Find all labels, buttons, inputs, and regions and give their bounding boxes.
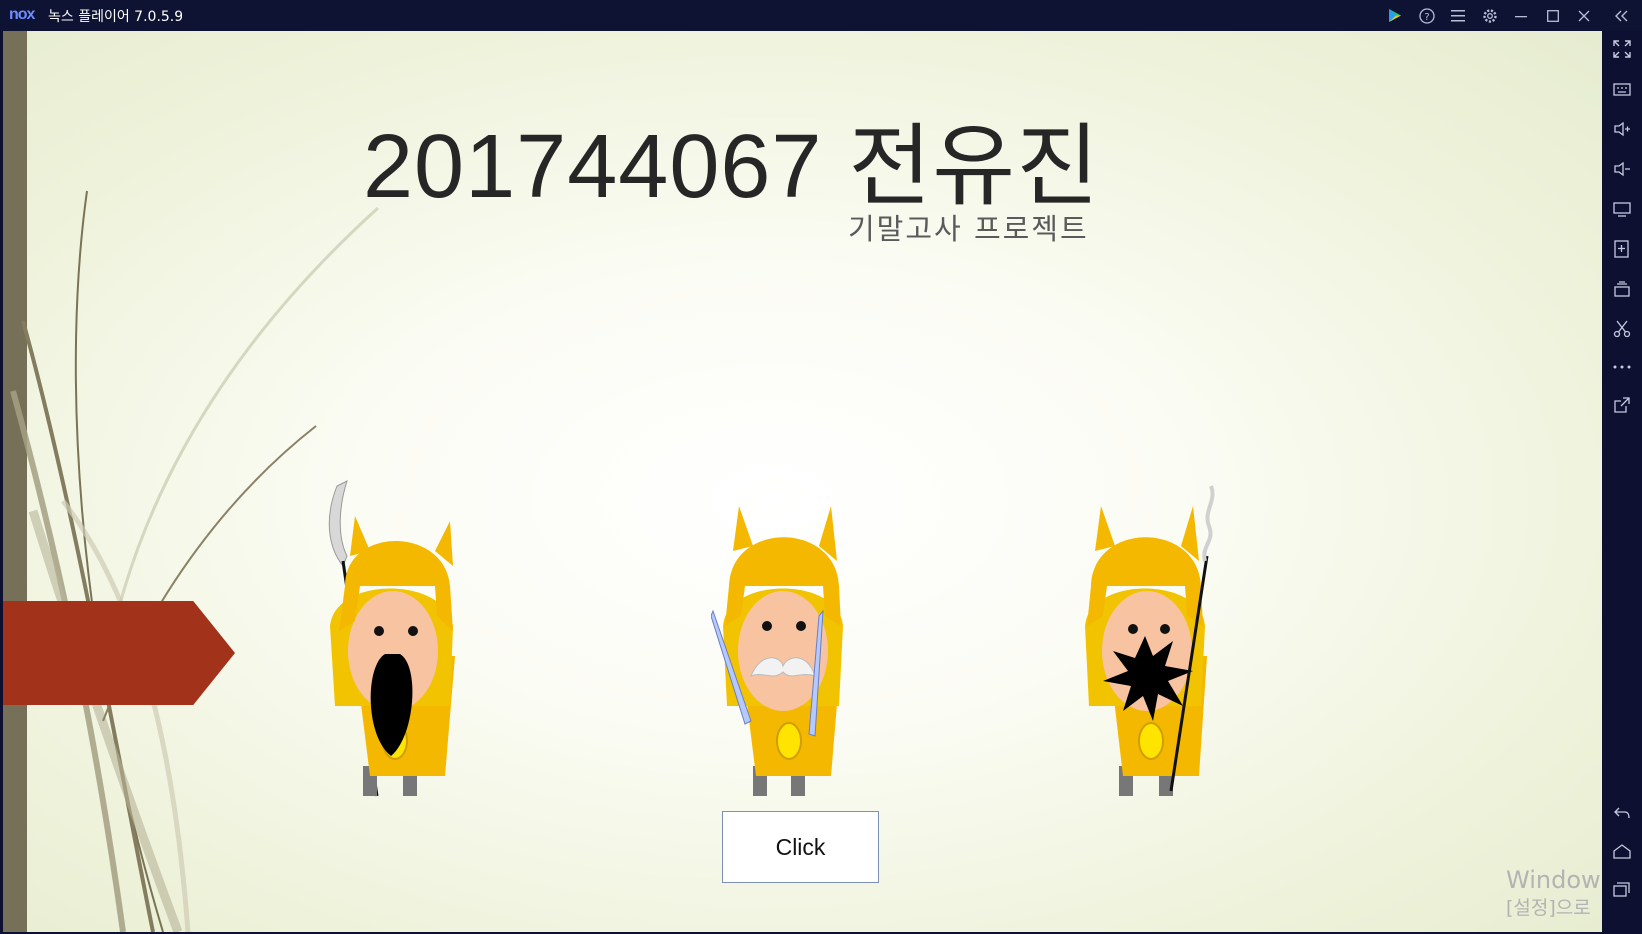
maximize-icon[interactable] (1537, 0, 1569, 31)
home-icon[interactable] (1602, 833, 1642, 869)
back-icon[interactable] (1602, 795, 1642, 831)
collapse-sidebar-icon[interactable] (1605, 0, 1637, 31)
emulator-screen[interactable]: 201744067 전유진 기말고사 프로젝트 Click Window [설정… (3, 31, 1602, 932)
click-button[interactable]: Click (722, 811, 879, 883)
settings-icon[interactable] (1474, 0, 1506, 31)
minimize-icon[interactable] (1505, 0, 1537, 31)
nox-logo: nox (9, 6, 35, 23)
play-store-icon[interactable] (1379, 0, 1411, 31)
close-icon[interactable] (1568, 0, 1600, 31)
recent-apps-icon[interactable] (1602, 871, 1642, 907)
windows-activation-watermark: Window [설정]으로 (1506, 866, 1601, 919)
help-icon[interactable]: ? (1411, 0, 1443, 31)
add-apk-icon[interactable] (1602, 231, 1642, 267)
volume-up-icon[interactable] (1602, 111, 1642, 147)
slide-title: 201744067 전유진 (363, 117, 1100, 217)
keyboard-icon[interactable] (1602, 71, 1642, 107)
screen-icon[interactable] (1602, 191, 1642, 227)
arrow-shape (3, 601, 235, 705)
share-icon[interactable] (1602, 387, 1642, 423)
more-icon[interactable] (1602, 349, 1642, 385)
app-title: 녹스 플레이어 7.0.5.9 (48, 9, 182, 25)
volume-down-icon[interactable] (1602, 151, 1642, 187)
slide-subtitle: 기말고사 프로젝트 (848, 212, 1089, 246)
emulator-titlebar: nox 녹스 플레이어 7.0.5.9 ? (0, 0, 1642, 31)
screenshot-icon[interactable] (1602, 311, 1642, 347)
general-white-mustache-character (711, 506, 843, 796)
svg-text:?: ? (1424, 12, 1429, 23)
general-black-beard-character (328, 480, 455, 797)
general-spiky-beard-character (1085, 485, 1215, 796)
emulator-sidebar (1602, 31, 1642, 934)
multi-instance-icon[interactable] (1602, 271, 1642, 307)
fullscreen-icon[interactable] (1602, 31, 1642, 67)
menu-icon[interactable] (1442, 0, 1474, 31)
